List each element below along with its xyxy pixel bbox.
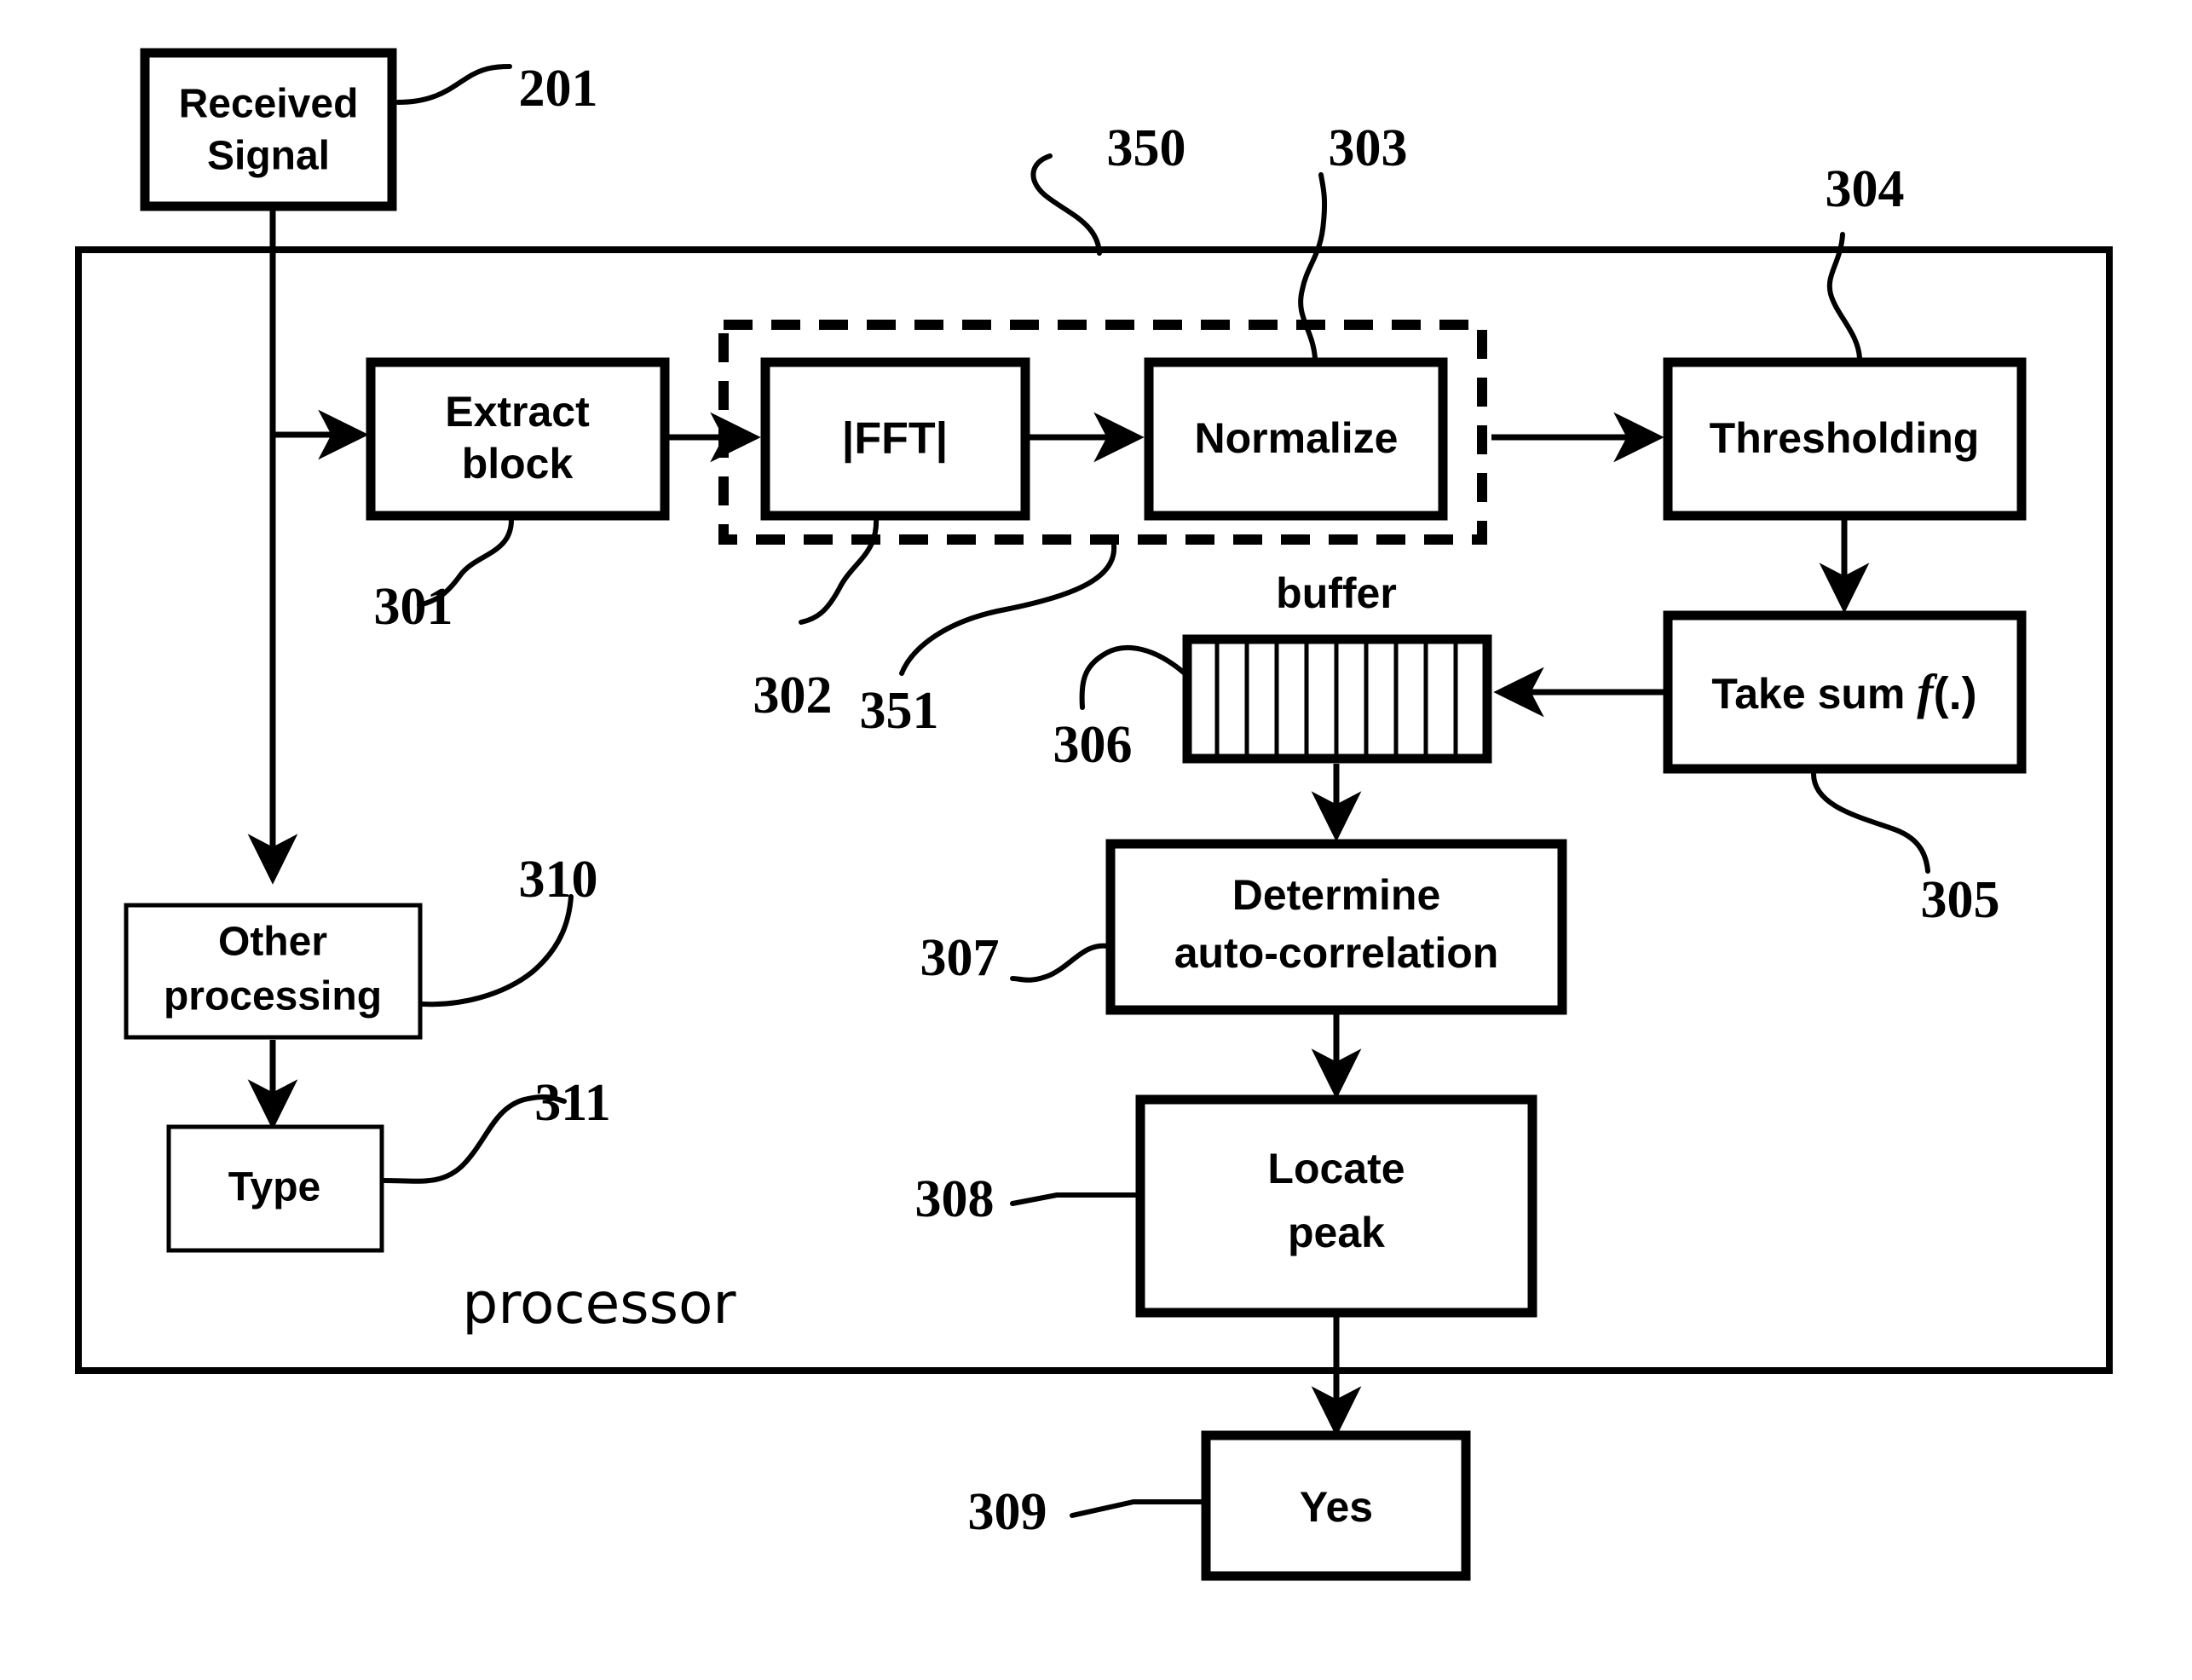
take-sum-prefix: Take sum xyxy=(1711,670,1917,718)
flowchart-canvas: processor Received Signal 201 Extract bl… xyxy=(75,48,2113,1581)
extract-block xyxy=(366,357,670,521)
ref-305: 305 xyxy=(1921,871,2000,929)
lead-line-307 xyxy=(1010,943,1110,983)
locate-peak-label-line2: peak xyxy=(1288,1209,1385,1256)
ref-310: 310 xyxy=(519,851,598,909)
buffer-caption: buffer xyxy=(1276,569,1397,617)
determine-autocorrelation-block xyxy=(1105,839,1567,1015)
ref-303: 303 xyxy=(1329,119,1408,177)
other-processing-label-line2: processing xyxy=(164,974,382,1019)
yes-block-label: Yes xyxy=(1300,1483,1373,1531)
ref-306: 306 xyxy=(1053,716,1133,774)
thresholding-block-label: Thresholding xyxy=(1710,414,1980,462)
ref-307: 307 xyxy=(920,929,1000,987)
ref-201: 201 xyxy=(519,60,598,118)
ref-351: 351 xyxy=(860,682,939,740)
lead-line-305 xyxy=(1811,771,1930,874)
type-block-label: Type xyxy=(228,1165,320,1210)
lead-line-303 xyxy=(1298,172,1328,361)
determine-autocorrelation-label-line2: auto-correlation xyxy=(1174,929,1499,977)
lead-line-310 xyxy=(420,894,574,1007)
lead-line-308 xyxy=(1010,1192,1139,1206)
lead-line-306 xyxy=(1079,644,1187,710)
lead-line-351 xyxy=(899,543,1117,676)
locate-peak-block xyxy=(1135,1094,1537,1318)
extract-block-label-line2: block xyxy=(462,440,574,488)
ref-302: 302 xyxy=(753,667,833,725)
processor-label: processor xyxy=(462,1271,736,1336)
determine-autocorrelation-label-line1: Determine xyxy=(1232,871,1441,919)
fft-block-label: |FFT| xyxy=(842,414,948,464)
locate-peak-label-line1: Locate xyxy=(1267,1145,1405,1192)
received-signal-label-line2: Signal xyxy=(207,134,330,179)
ref-309: 309 xyxy=(968,1483,1047,1541)
normalize-block-label: Normalize xyxy=(1195,414,1399,462)
ref-308: 308 xyxy=(915,1170,995,1228)
take-sum-block-label: Take sum f(.) xyxy=(1711,664,1976,719)
take-sum-suffix: (.) xyxy=(1934,668,1977,719)
ref-350: 350 xyxy=(1107,119,1186,177)
received-signal-block xyxy=(140,48,397,211)
received-signal-label-line1: Received xyxy=(179,82,359,127)
lead-line-309 xyxy=(1070,1499,1206,1518)
lead-line-302 xyxy=(799,516,880,625)
extract-block-label-line1: Extract xyxy=(445,388,590,436)
ref-311: 311 xyxy=(534,1074,611,1132)
other-processing-label-line1: Other xyxy=(218,920,327,965)
ref-301: 301 xyxy=(374,578,453,636)
lead-line-350 xyxy=(1030,153,1102,256)
ref-304: 304 xyxy=(1826,160,1905,218)
lead-line-201 xyxy=(395,64,512,105)
